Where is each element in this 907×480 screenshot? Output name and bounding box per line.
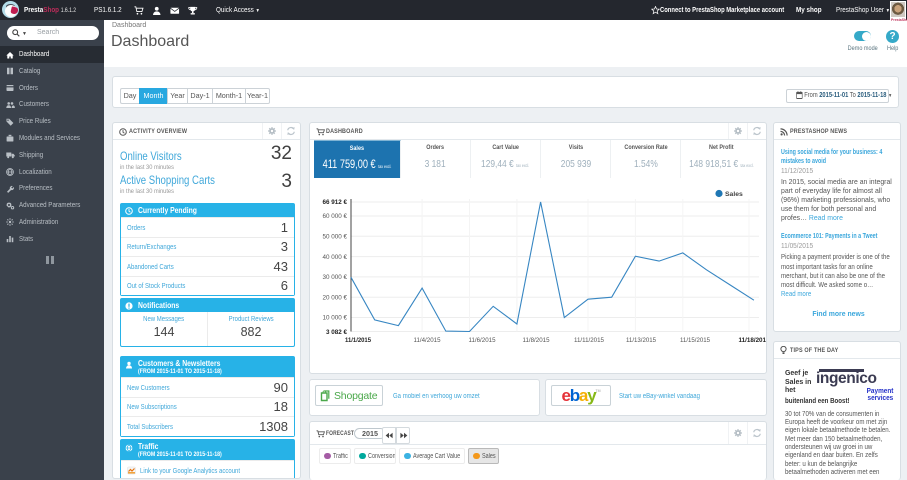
svg-text:66 912 €: 66 912 € (322, 199, 347, 206)
svg-text:11/11/2015: 11/11/2015 (574, 337, 604, 344)
svg-text:20 000 €: 20 000 € (322, 294, 347, 301)
svg-text:60 000 €: 60 000 € (322, 213, 347, 220)
svg-text:50 000 €: 50 000 € (322, 234, 347, 241)
svg-text:11/13/2015: 11/13/2015 (626, 337, 656, 344)
svg-text:11/1/2015: 11/1/2015 (345, 337, 371, 344)
svg-text:30 000 €: 30 000 € (322, 274, 347, 281)
svg-text:11/8/2015: 11/8/2015 (523, 337, 550, 344)
svg-text:40 000 €: 40 000 € (322, 254, 347, 261)
svg-text:10 000 €: 10 000 € (322, 315, 347, 322)
svg-text:Sales: Sales (725, 191, 743, 198)
svg-text:11/6/2015: 11/6/2015 (469, 337, 496, 344)
svg-text:11/18/2015: 11/18/2015 (739, 337, 767, 344)
svg-text:3 082 €: 3 082 € (326, 329, 348, 336)
svg-text:11/15/2015: 11/15/2015 (680, 337, 710, 344)
svg-text:11/4/2015: 11/4/2015 (414, 337, 441, 344)
